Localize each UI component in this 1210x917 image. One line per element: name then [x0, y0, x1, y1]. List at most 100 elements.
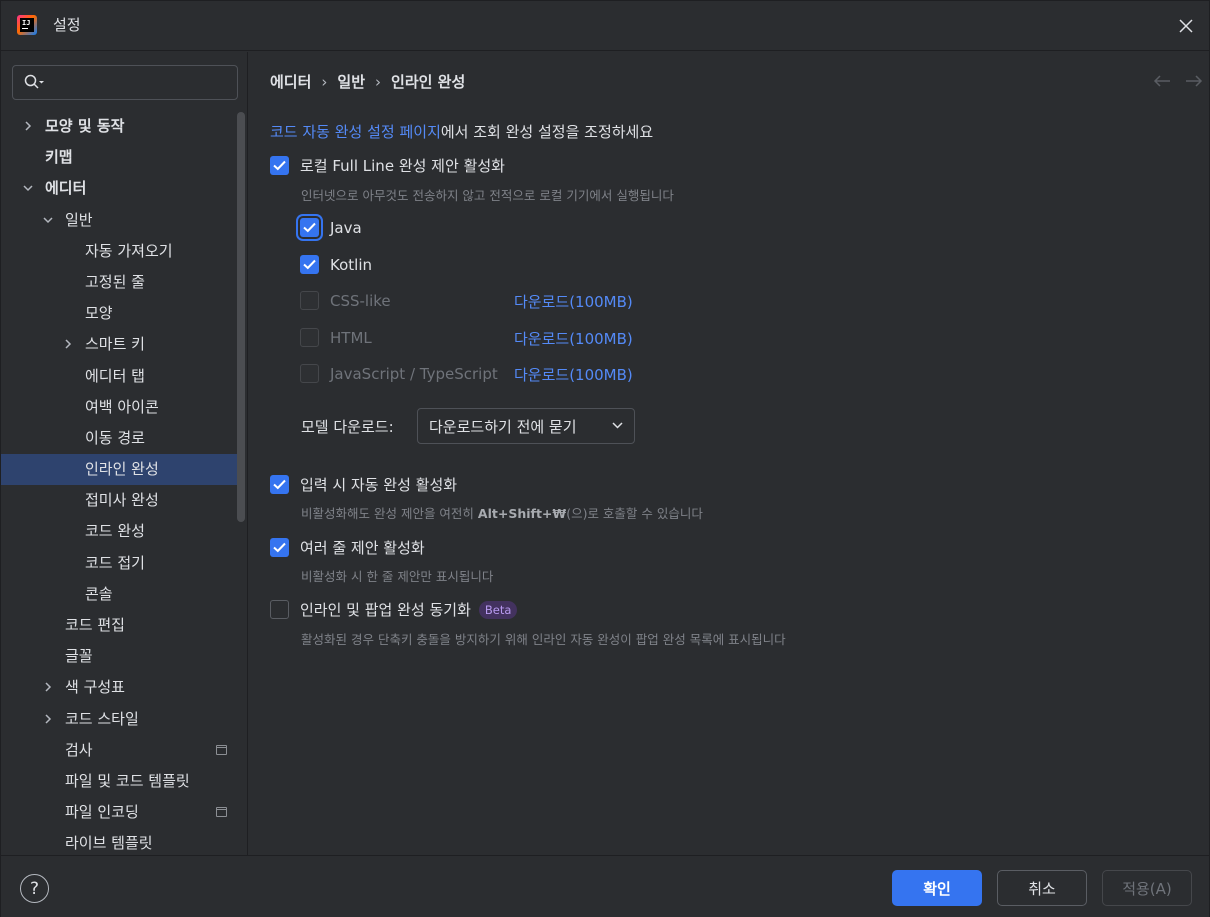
- language-kotlin[interactable]: Kotlin: [300, 255, 372, 274]
- kotlin-checkbox[interactable]: [300, 255, 319, 274]
- chevron-down-icon[interactable]: [43, 215, 53, 225]
- language-css: CSS-like: [300, 291, 391, 310]
- css-label: CSS-like: [330, 291, 391, 310]
- full-line-checkbox[interactable]: [270, 156, 289, 175]
- javascript-download-link[interactable]: 다운로드(100MB): [514, 364, 633, 385]
- sync-popup-option[interactable]: 인라인 및 팝업 완성 동기화 Beta: [270, 599, 518, 620]
- close-button[interactable]: [1173, 13, 1199, 39]
- chevron-right-icon: ›: [321, 72, 328, 91]
- chevron-right-icon: ›: [375, 72, 382, 91]
- sidebar-item-label: 코드 접기: [85, 553, 145, 572]
- sidebar-item[interactable]: 검사: [1, 735, 237, 766]
- language-html: HTML: [300, 328, 372, 347]
- model-download-dropdown[interactable]: 다운로드하기 전에 묻기: [417, 408, 635, 444]
- sidebar-item[interactable]: 모양 및 동작: [1, 111, 237, 142]
- description-suffix: (으)로 호출할 수 있습니다: [566, 506, 703, 521]
- arrow-left-icon[interactable]: [1153, 74, 1171, 88]
- sidebar-item[interactable]: 키맵: [1, 142, 237, 173]
- sidebar-item-label: 인라인 완성: [85, 460, 159, 479]
- sidebar-item-label: 일반: [65, 210, 93, 229]
- sync-popup-checkbox[interactable]: [270, 600, 289, 619]
- history-navigation: [1153, 74, 1203, 88]
- title-bar: IJ 설정: [1, 1, 1209, 51]
- help-button[interactable]: ?: [20, 874, 49, 903]
- breadcrumb: 에디터 › 일반 › 인라인 완성: [270, 71, 465, 92]
- description-prefix: 비활성화해도 완성 제안을 여전히: [301, 506, 478, 521]
- sidebar-item[interactable]: 코드 스타일: [1, 704, 237, 735]
- sidebar-item[interactable]: 코드 완성: [1, 516, 237, 547]
- sidebar-scrollbar[interactable]: [237, 112, 245, 522]
- multiline-label: 여러 줄 제안 활성화: [300, 539, 425, 557]
- sidebar-item[interactable]: 에디터: [1, 173, 237, 204]
- sidebar-item-label: 스마트 키: [85, 335, 145, 354]
- autocomplete-typing-checkbox[interactable]: [270, 475, 289, 494]
- chevron-down-icon[interactable]: [23, 183, 33, 193]
- sidebar-item-label: 고정된 줄: [85, 272, 145, 291]
- multiline-description: 비활성화 시 한 줄 제안만 표시됩니다: [301, 569, 494, 584]
- sidebar-item[interactable]: 여백 아이콘: [1, 392, 237, 423]
- shortcut-text: Alt+Shift+₩: [477, 506, 567, 521]
- autocomplete-typing-option[interactable]: 입력 시 자동 완성 활성화: [270, 474, 457, 495]
- sidebar-item[interactable]: 스마트 키: [1, 329, 237, 360]
- checkmark-icon: [303, 222, 316, 233]
- full-line-option[interactable]: 로컬 Full Line 완성 제안 활성화: [270, 155, 505, 176]
- settings-search-input[interactable]: [12, 65, 238, 100]
- cancel-button[interactable]: 취소: [997, 870, 1087, 906]
- apply-button: 적용(A): [1102, 870, 1192, 906]
- beta-badge: Beta: [478, 600, 518, 619]
- chevron-right-icon[interactable]: [63, 339, 73, 349]
- sidebar-item[interactable]: 인라인 완성: [1, 454, 237, 486]
- html-download-link[interactable]: 다운로드(100MB): [514, 328, 633, 349]
- settings-dialog: IJ 설정 모양 및 동작 키맵 에디터 일반 자동 가져오기 고정된 줄 모양 스마트 키에…: [0, 0, 1210, 917]
- dialog-footer: ? 확인 취소 적용(A): [1, 855, 1209, 917]
- sidebar-item-label: 모양: [85, 304, 113, 323]
- sidebar-item[interactable]: 콘솔: [1, 579, 237, 610]
- window-title: 설정: [53, 16, 81, 34]
- breadcrumb-item[interactable]: 일반: [337, 71, 365, 92]
- sidebar-item[interactable]: 글꼴: [1, 641, 237, 672]
- chevron-right-icon[interactable]: [43, 714, 53, 724]
- intellij-logo-icon: IJ: [17, 15, 37, 35]
- sidebar-item[interactable]: 코드 편집: [1, 610, 237, 641]
- ok-button[interactable]: 확인: [892, 870, 982, 906]
- sidebar-item[interactable]: 고정된 줄: [1, 267, 237, 298]
- sidebar-item[interactable]: 파일 및 코드 템플릿: [1, 766, 237, 797]
- sidebar-item[interactable]: 색 구성표: [1, 672, 237, 703]
- sidebar-item[interactable]: 코드 접기: [1, 548, 237, 579]
- sidebar-item-label: 파일 및 코드 템플릿: [65, 771, 190, 790]
- sidebar-item-label: 코드 스타일: [65, 709, 139, 728]
- sidebar-item[interactable]: 이동 경로: [1, 423, 237, 454]
- sidebar-item[interactable]: 파일 인코딩: [1, 797, 237, 828]
- sidebar-item-label: 코드 완성: [85, 522, 145, 541]
- language-java[interactable]: Java: [300, 218, 362, 237]
- chevron-right-icon[interactable]: [23, 121, 33, 131]
- sidebar-item[interactable]: 자동 가져오기: [1, 236, 237, 267]
- sidebar-item-label: 에디터: [45, 179, 87, 198]
- sidebar-item[interactable]: 라이브 템플릿: [1, 828, 237, 855]
- sidebar-item[interactable]: 모양: [1, 298, 237, 329]
- sidebar-item-label: 글꼴: [65, 647, 93, 666]
- project-scope-icon: [216, 744, 227, 755]
- multiline-option[interactable]: 여러 줄 제안 활성화: [270, 537, 425, 558]
- javascript-checkbox: [300, 364, 319, 383]
- html-checkbox: [300, 328, 319, 347]
- checkmark-icon: [273, 542, 286, 553]
- sidebar-item[interactable]: 접미사 완성: [1, 485, 237, 516]
- sidebar-item[interactable]: 일반: [1, 205, 237, 236]
- multiline-checkbox[interactable]: [270, 538, 289, 557]
- css-download-link[interactable]: 다운로드(100MB): [514, 291, 633, 312]
- sidebar-item-label: 모양 및 동작: [45, 117, 125, 135]
- arrow-right-icon[interactable]: [1185, 74, 1203, 88]
- code-completion-settings-link[interactable]: 코드 자동 완성 설정 페이지: [270, 121, 441, 142]
- java-checkbox[interactable]: [300, 218, 319, 237]
- sidebar-item-label: 검사: [65, 740, 93, 759]
- close-icon: [1179, 19, 1193, 33]
- breadcrumb-item[interactable]: 에디터: [270, 71, 311, 92]
- chevron-right-icon[interactable]: [43, 682, 53, 692]
- sidebar-item[interactable]: 에디터 탭: [1, 361, 237, 392]
- full-line-label: 로컬 Full Line 완성 제안 활성화: [300, 157, 505, 175]
- language-javascript: JavaScript / TypeScript: [300, 364, 498, 383]
- project-scope-icon: [216, 807, 227, 818]
- sync-popup-description: 활성화된 경우 단축키 충돌을 방지하기 위해 인라인 자동 완성이 팝업 완성…: [301, 632, 786, 647]
- model-download-label: 모델 다운로드:: [301, 418, 394, 436]
